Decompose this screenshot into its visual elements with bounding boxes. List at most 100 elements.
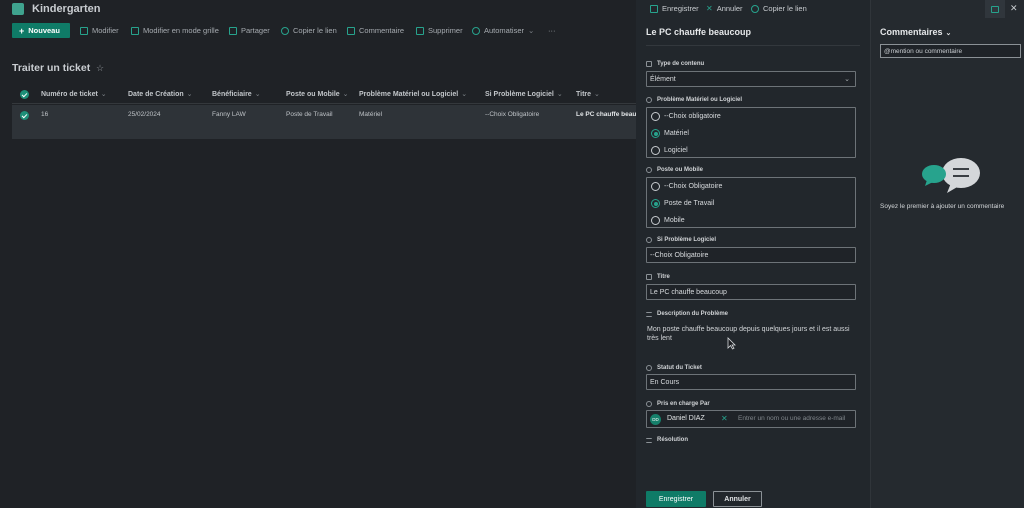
panel-cancel-button[interactable]: ✕ Annuler [706,4,743,13]
cell-logiciel: --Choix Obligatoire [485,111,540,118]
favorite-star-icon[interactable]: ☆ [96,63,104,74]
text-icon [646,274,652,280]
comments-title[interactable]: Commentaires ⌄ [880,27,951,37]
si-logiciel-select[interactable]: --Choix Obligatoire [646,247,856,263]
choice-icon [646,97,652,103]
panel-copy-link-button[interactable]: Copier le lien [751,4,807,13]
radio-option[interactable]: --Choix obligatoire [651,112,721,121]
poste-label: Poste ou Mobile [646,167,703,173]
radio-option[interactable]: --Choix Obligatoire [651,182,722,191]
panel-toolbar: Enregistrer ✕ Annuler Copier le lien [636,0,870,18]
mouse-cursor-icon [727,337,736,350]
edit-icon [80,26,88,35]
statut-select[interactable]: En Cours [646,374,856,390]
comments-pane: ✕ Commentaires ⌄ @mention ou commentaire … [870,0,1024,508]
share-button[interactable]: Partager [229,26,270,35]
resolution-label: Résolution [646,437,688,443]
si-logiciel-label: Si Problème Logiciel [646,237,716,243]
grid-icon [131,26,139,35]
radio-button-selected[interactable] [651,199,660,208]
comment-input[interactable]: @mention ou commentaire [880,44,1021,58]
radio-button[interactable] [651,112,660,121]
radio-button[interactable] [651,182,660,191]
cell-probleme: Matériel [359,111,383,118]
new-button[interactable]: + Nouveau [12,23,70,38]
column-header-beneficiaire[interactable]: Bénéficiaire ⌄ [212,90,261,98]
column-header-ticket[interactable]: Numéro de ticket ⌄ [41,90,107,98]
multiline-text-icon [646,311,652,317]
content-type-icon [646,61,652,67]
automate-icon [472,26,480,35]
people-picker-input[interactable]: Entrer un nom ou une adresse e-mail [738,415,845,422]
cell-date: 25/02/2024 [128,111,161,118]
radio-button-selected[interactable] [651,129,660,138]
pris-en-charge-label: Pris en charge Par [646,401,710,407]
column-header-logiciel[interactable]: Si Problème Logiciel ⌄ [485,90,563,98]
cell-ticket: 16 [41,111,49,118]
chat-icon [991,5,999,13]
copy-link-button[interactable]: Copier le lien [281,26,337,35]
save-icon [650,4,658,13]
comments-toolbar: ✕ [871,0,1024,18]
radio-option[interactable]: Poste de Travail [651,199,714,208]
automate-button[interactable]: Automatiser ⌄ [472,26,534,35]
chevron-down-icon: ⌄ [945,30,952,37]
description-label: Description du Problème [646,311,728,317]
table-row[interactable]: 16 25/02/2024 Fanny LAW Poste de Travail… [12,105,636,139]
comment-icon [347,26,355,35]
chevron-down-icon: ⌄ [844,76,850,83]
hw-sw-radio-group: --Choix obligatoire Matériel Logiciel [646,107,856,158]
comments-toggle-button[interactable] [985,0,1005,18]
list-app: Kindergarten + Nouveau Modifier Modifier… [0,0,636,508]
cancel-button[interactable]: Annuler [713,491,762,507]
column-header-probleme[interactable]: Problème Matériel ou Logiciel ⌄ [359,90,467,98]
list-title: Traiter un ticket [12,62,91,74]
row-checkbox[interactable] [20,111,29,120]
radio-option[interactable]: Matériel [651,129,689,138]
edit-grid-button[interactable]: Modifier en mode grille [131,26,219,35]
grid-header: Numéro de ticket ⌄ Date de Création ⌄ Béné… [12,86,636,104]
radio-button[interactable] [651,146,660,155]
content-type-select[interactable]: Élément ⌄ [646,71,856,87]
command-bar: + Nouveau Modifier Modifier en mode gril… [0,22,636,40]
radio-button[interactable] [651,216,660,225]
people-picker[interactable]: DD Daniel DIAZ ✕ Entrer un nom ou une ad… [646,410,856,428]
comment-button[interactable]: Commentaire [347,26,404,35]
poste-radio-group: --Choix Obligatoire Poste de Travail Mob… [646,177,856,228]
share-icon [229,26,237,35]
select-all-checkbox[interactable] [20,90,29,99]
trash-icon [416,26,424,35]
radio-option[interactable]: Logiciel [651,146,688,155]
edit-button[interactable]: Modifier [80,26,119,35]
cell-titre[interactable]: Le PC chauffe beaucoup [576,111,636,118]
speech-bubbles-icon [922,158,980,193]
column-header-titre[interactable]: Titre ⌄ [576,90,600,98]
radio-option[interactable]: Mobile [651,216,685,225]
chevron-down-icon: ⌄ [528,26,535,35]
site-logo[interactable] [12,3,24,15]
close-icon[interactable]: ✕ [1010,3,1018,14]
site-title[interactable]: Kindergarten [32,3,100,15]
statut-label: Statut du Ticket [646,365,702,371]
titre-input[interactable]: Le PC chauffe beaucoup [646,284,856,300]
choice-icon [646,167,652,173]
choice-icon [646,237,652,243]
hw-sw-label: Problème Matériel ou Logiciel [646,97,742,103]
divider [646,45,860,46]
delete-button[interactable]: Supprimer [416,26,463,35]
description-field[interactable]: Mon poste chauffe beaucoup depuis quelqu… [647,325,852,343]
panel-save-button[interactable]: Enregistrer [650,4,699,13]
column-header-poste[interactable]: Poste ou Mobile ⌄ [286,90,349,98]
remove-person-icon[interactable]: ✕ [721,414,728,423]
link-icon [751,4,759,13]
more-button[interactable]: ··· [548,26,556,35]
cell-poste: Poste de Travail [286,111,333,118]
form-title: Le PC chauffe beaucoup [646,27,752,37]
site-header: Kindergarten [0,0,636,20]
save-button[interactable]: Enregistrer [646,491,706,507]
edit-panel: Enregistrer ✕ Annuler Copier le lien Le P… [636,0,870,508]
person-icon [646,401,652,407]
column-header-date[interactable]: Date de Création ⌄ [128,90,193,98]
link-icon [281,26,289,35]
cell-beneficiaire: Fanny LAW [212,111,246,118]
